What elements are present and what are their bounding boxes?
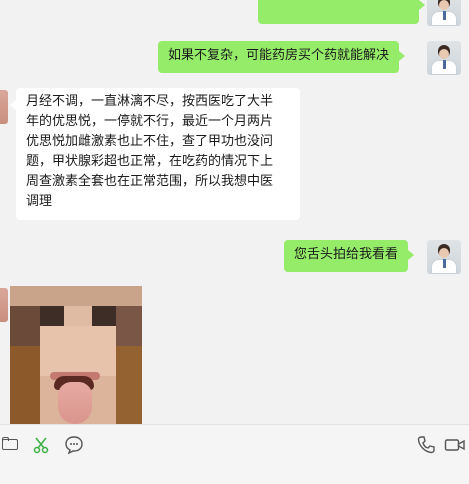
chat-toolbar	[0, 424, 469, 484]
message-line: 题，甲状腺彩超也正常，在吃药的情况下上	[26, 154, 274, 169]
emoji-icon[interactable]	[64, 435, 84, 455]
message-bubble-incoming[interactable]: 月经不调，一直淋漓不尽，按西医吃了大半 年的优思悦，一停就不行，最近一个月两片 …	[10, 88, 300, 220]
message-line: 年的优思悦，一停就不行，最近一个月两片	[26, 114, 274, 129]
message-line: 月经不调，一直淋漓不尽，按西医吃了大半	[26, 94, 274, 109]
doctor-avatar[interactable]	[427, 41, 461, 75]
doctor-avatar[interactable]	[427, 0, 461, 26]
patient-avatar[interactable]	[0, 288, 8, 322]
message-bubble-outgoing[interactable]: 您舌头拍给我看看	[284, 240, 415, 272]
phone-icon[interactable]	[416, 435, 436, 455]
message-line: 调理	[26, 194, 53, 209]
message-line: 周查激素全套也在正常范围，所以我想中医	[26, 174, 274, 189]
tongue-photo[interactable]	[10, 286, 142, 424]
video-call-icon[interactable]	[444, 435, 466, 455]
doctor-avatar[interactable]	[427, 240, 461, 274]
folder-icon[interactable]	[2, 435, 22, 455]
patient-avatar[interactable]	[0, 90, 8, 124]
chat-area: 如果不复杂，可能药房买个药就能解决 月经不调，一直淋漓不尽，按西医吃了大半 年的…	[0, 0, 469, 424]
message-bubble-outgoing[interactable]: 如果不复杂，可能药房买个药就能解决	[158, 41, 406, 73]
message-bubble-outgoing[interactable]	[258, 0, 425, 24]
message-line: 优思悦加雌激素也止不住，查了甲功也没问	[26, 134, 274, 149]
scissors-icon[interactable]	[31, 435, 51, 455]
